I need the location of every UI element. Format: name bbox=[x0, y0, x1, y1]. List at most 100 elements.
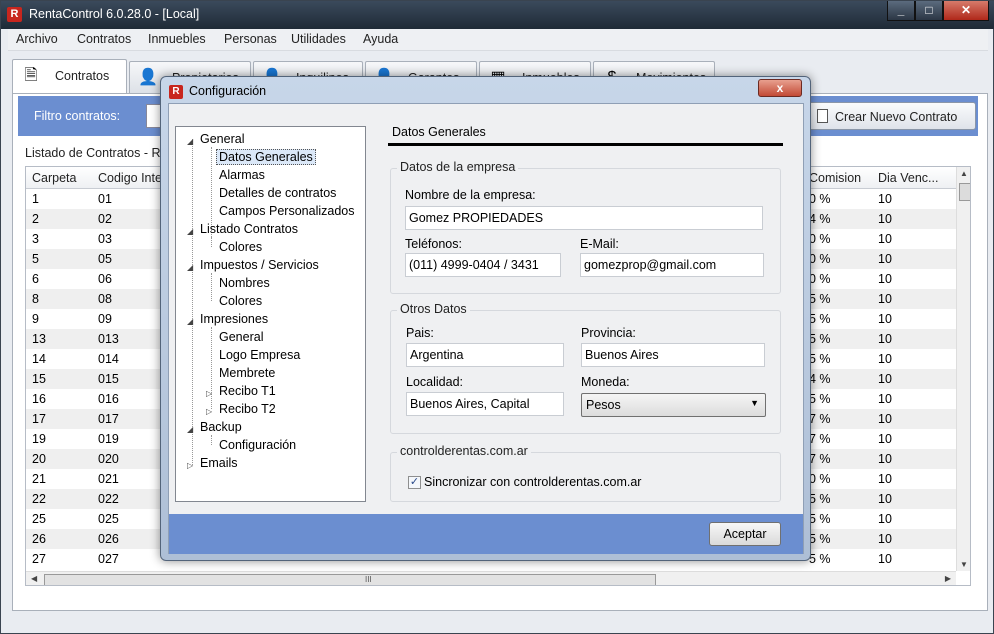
cell-dia: 10 bbox=[878, 192, 892, 206]
scroll-left-icon[interactable]: ◀ bbox=[31, 574, 37, 583]
window-title: RentaControl 6.0.28.0 - [Local] bbox=[29, 7, 200, 21]
tree-item-logo[interactable]: Logo Empresa bbox=[219, 348, 300, 362]
column-header-comision[interactable]: Comision bbox=[809, 171, 861, 185]
app-logo-icon: R bbox=[169, 85, 183, 99]
tree-item-recibo-t2[interactable]: Recibo T2 bbox=[219, 402, 276, 416]
menu-ayuda[interactable]: Ayuda bbox=[363, 32, 398, 46]
nombre-label: Nombre de la empresa: bbox=[405, 188, 536, 202]
cell-comision: 0 % bbox=[809, 252, 831, 266]
cell-comision: 0 % bbox=[809, 472, 831, 486]
moneda-select[interactable]: Pesos ▼ bbox=[581, 393, 766, 417]
cell-codigo: 020 bbox=[98, 452, 119, 466]
minimize-button[interactable]: _ bbox=[887, 1, 915, 21]
expand-icon[interactable]: ▷ bbox=[206, 389, 212, 398]
cell-codigo: 08 bbox=[98, 292, 112, 306]
cell-codigo: 013 bbox=[98, 332, 119, 346]
cell-carpeta: 27 bbox=[32, 552, 46, 566]
tree-item-colores[interactable]: Colores bbox=[219, 240, 262, 254]
tab-label: Contratos bbox=[55, 69, 110, 83]
tab-contratos[interactable]: 🗎 Contratos bbox=[12, 59, 127, 93]
pais-field[interactable]: Argentina bbox=[406, 343, 564, 367]
collapse-icon[interactable]: ◢ bbox=[187, 317, 193, 326]
settings-tree[interactable]: ◢ General Datos Generales Alarmas Detall… bbox=[175, 126, 366, 502]
chevron-down-icon: ▼ bbox=[750, 398, 759, 408]
tree-item-impresiones[interactable]: Impresiones bbox=[200, 312, 268, 326]
menu-inmuebles[interactable]: Inmuebles bbox=[148, 32, 206, 46]
menu-utilidades[interactable]: Utilidades bbox=[291, 32, 346, 46]
cell-codigo: 021 bbox=[98, 472, 119, 486]
tree-item-campos[interactable]: Campos Personalizados bbox=[219, 204, 355, 218]
cell-carpeta: 14 bbox=[32, 352, 46, 366]
telefonos-field[interactable]: (011) 4999-0404 / 3431 bbox=[405, 253, 561, 277]
tree-item-general[interactable]: General bbox=[200, 132, 244, 146]
cell-codigo: 022 bbox=[98, 492, 119, 506]
scroll-down-icon[interactable]: ▼ bbox=[960, 560, 968, 569]
app-logo-icon: R bbox=[7, 7, 22, 22]
tree-item-alarmas[interactable]: Alarmas bbox=[219, 168, 265, 182]
cell-dia: 10 bbox=[878, 452, 892, 466]
tree-item-impuestos[interactable]: Impuestos / Servicios bbox=[200, 258, 319, 272]
cell-carpeta: 20 bbox=[32, 452, 46, 466]
scroll-thumb[interactable]: III bbox=[44, 574, 656, 585]
collapse-icon[interactable]: ◢ bbox=[187, 227, 193, 236]
cell-carpeta: 3 bbox=[32, 232, 39, 246]
email-field[interactable]: gomezprop@gmail.com bbox=[580, 253, 764, 277]
cell-comision: 5 % bbox=[809, 552, 831, 566]
cell-dia: 10 bbox=[878, 492, 892, 506]
menu-archivo[interactable]: Archivo bbox=[16, 32, 58, 46]
tree-item-general[interactable]: General bbox=[219, 330, 263, 344]
nombre-field[interactable]: Gomez PROPIEDADES bbox=[405, 206, 763, 230]
collapse-icon[interactable]: ◢ bbox=[187, 425, 193, 434]
scroll-up-icon[interactable]: ▲ bbox=[960, 169, 968, 178]
tree-item-listado[interactable]: Listado Contratos bbox=[200, 222, 298, 236]
moneda-label: Moneda: bbox=[581, 375, 630, 389]
provincia-field[interactable]: Buenos Aires bbox=[581, 343, 765, 367]
tree-item-backup[interactable]: Backup bbox=[200, 420, 242, 434]
tree-item-membrete[interactable]: Membrete bbox=[219, 366, 275, 380]
cell-dia: 10 bbox=[878, 432, 892, 446]
scroll-thumb[interactable] bbox=[959, 183, 970, 201]
collapse-icon[interactable]: ◢ bbox=[187, 263, 193, 272]
cell-comision: 4 % bbox=[809, 372, 831, 386]
cell-codigo: 02 bbox=[98, 212, 112, 226]
cell-dia: 10 bbox=[878, 292, 892, 306]
cell-codigo: 026 bbox=[98, 532, 119, 546]
column-header-carpeta[interactable]: Carpeta bbox=[32, 171, 76, 185]
filter-label: Filtro contratos: bbox=[34, 109, 121, 123]
sync-label[interactable]: Sincronizar con controlderentas.com.ar bbox=[424, 475, 641, 489]
collapse-icon[interactable]: ◢ bbox=[187, 137, 193, 146]
cell-carpeta: 1 bbox=[32, 192, 39, 206]
vertical-scrollbar[interactable]: ▲ ▼ bbox=[956, 167, 970, 571]
localidad-field[interactable]: Buenos Aires, Capital bbox=[406, 392, 564, 416]
maximize-button[interactable]: □ bbox=[915, 1, 943, 21]
column-header-codigo[interactable]: Codigo Inte bbox=[98, 171, 162, 185]
close-window-button[interactable]: ✕ bbox=[943, 1, 989, 21]
cell-carpeta: 21 bbox=[32, 472, 46, 486]
horizontal-scrollbar[interactable]: ◀ III ▶ bbox=[26, 571, 956, 585]
dialog-close-button[interactable]: x bbox=[758, 79, 802, 97]
tree-item-emails[interactable]: Emails bbox=[200, 456, 238, 470]
expand-icon[interactable]: ▷ bbox=[187, 461, 193, 470]
cell-carpeta: 6 bbox=[32, 272, 39, 286]
tree-item-nombres[interactable]: Nombres bbox=[219, 276, 270, 290]
create-contract-button[interactable]: Crear Nuevo Contrato bbox=[808, 102, 976, 130]
sync-checkbox[interactable]: ✓ bbox=[408, 476, 421, 489]
cell-comision: 5 % bbox=[809, 392, 831, 406]
tree-item-detalles[interactable]: Detalles de contratos bbox=[219, 186, 336, 200]
expand-icon[interactable]: ▷ bbox=[206, 407, 212, 416]
accept-button[interactable]: Aceptar bbox=[709, 522, 781, 546]
cell-carpeta: 19 bbox=[32, 432, 46, 446]
tree-item-configuracion[interactable]: Configuración bbox=[219, 438, 296, 452]
menu-personas[interactable]: Personas bbox=[224, 32, 277, 46]
menu-contratos[interactable]: Contratos bbox=[77, 32, 131, 46]
cell-carpeta: 16 bbox=[32, 392, 46, 406]
tree-item-datos-generales[interactable]: Datos Generales bbox=[216, 149, 316, 165]
cell-dia: 10 bbox=[878, 352, 892, 366]
tree-item-recibo-t1[interactable]: Recibo T1 bbox=[219, 384, 276, 398]
column-header-dia[interactable]: Dia Venc... bbox=[878, 171, 938, 185]
group-title: Datos de la empresa bbox=[397, 160, 519, 174]
sync-group: controlderentas.com.ar ✓ Sincronizar con… bbox=[390, 444, 781, 502]
scroll-right-icon[interactable]: ▶ bbox=[945, 574, 951, 583]
cell-dia: 10 bbox=[878, 412, 892, 426]
tree-item-colores[interactable]: Colores bbox=[219, 294, 262, 308]
